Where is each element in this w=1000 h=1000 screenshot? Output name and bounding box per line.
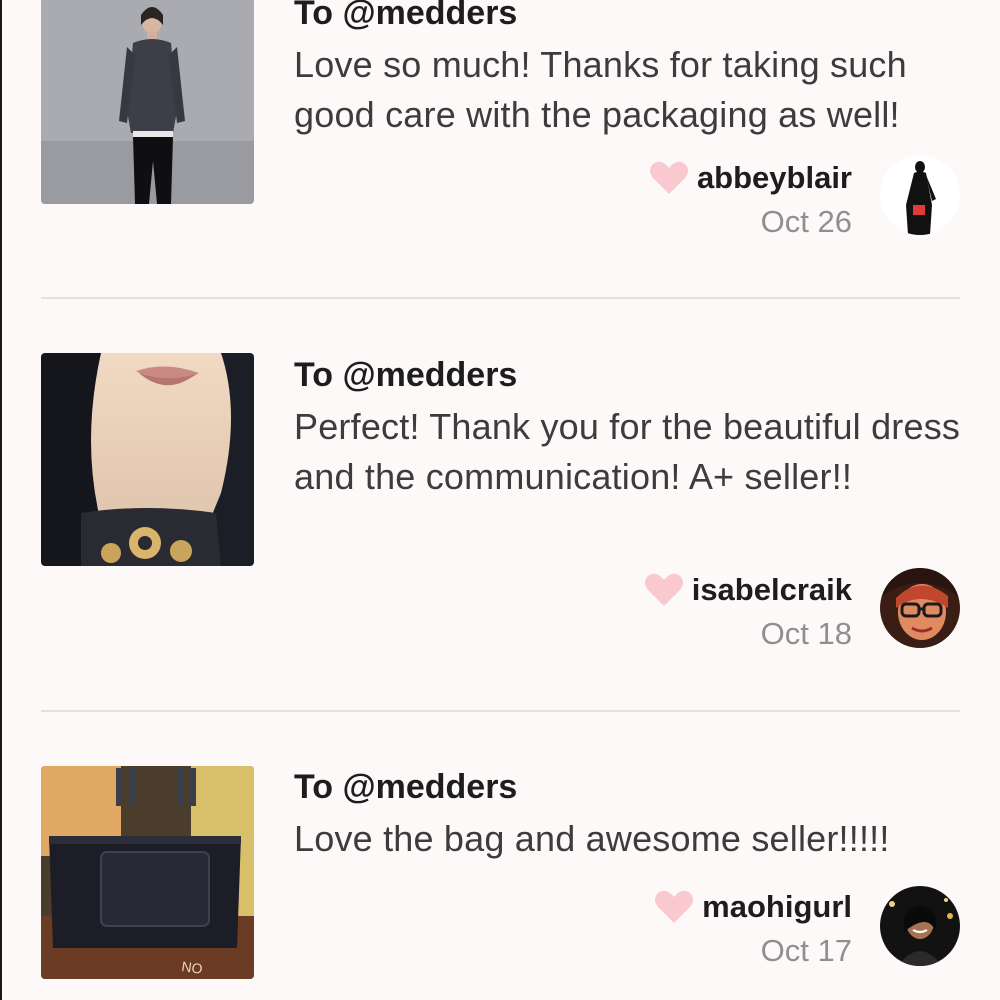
avatar-glasses-girl <box>880 568 960 648</box>
avatar-night-portrait <box>880 886 960 966</box>
recipient-line: To @medders <box>294 356 518 394</box>
review-thumbnail[interactable]: NO <box>41 766 254 979</box>
avatar[interactable] <box>880 568 960 648</box>
review-feed: To @medders Love so much! Thanks for tak… <box>0 0 1000 1000</box>
reviewer-username[interactable]: isabelcraik <box>692 572 852 608</box>
heart-icon[interactable] <box>654 889 694 925</box>
review-date: Oct 17 <box>760 933 852 968</box>
avatar[interactable] <box>880 886 960 966</box>
photo-selfie-dress <box>41 353 254 566</box>
review-message: Love the bag and awesome seller!!!!! <box>294 818 890 859</box>
heart-icon[interactable] <box>644 572 684 608</box>
svg-text:NO: NO <box>181 958 204 977</box>
review-meta: isabelcraik Oct 18 <box>644 570 852 654</box>
review-message: Perfect! Thank you for the beautiful dre… <box>294 406 961 497</box>
divider <box>41 710 960 712</box>
reviewer-username[interactable]: maohigurl <box>702 889 852 925</box>
recipient-line: To @medders <box>294 768 518 806</box>
review-meta: maohigurl Oct 17 <box>654 887 852 971</box>
review-date: Oct 18 <box>760 616 852 651</box>
review-thumbnail[interactable] <box>41 353 254 566</box>
review-item: NO To @medders Love the bag and awesome … <box>0 0 1000 979</box>
photo-black-handbag: NO <box>41 766 254 979</box>
